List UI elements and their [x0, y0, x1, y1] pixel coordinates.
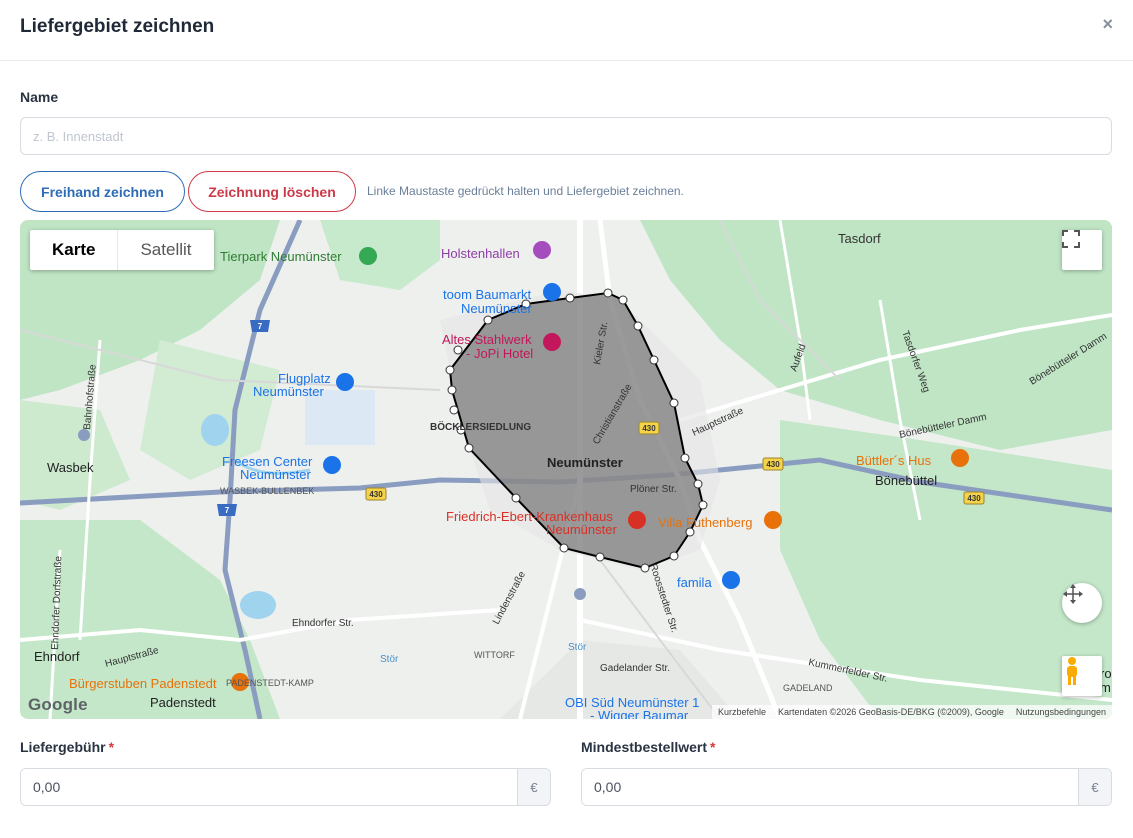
delivery-area-dialog: Liefergebiet zeichnen × Name Freihand ze…: [0, 0, 1133, 838]
route-430-shield-d: 430: [967, 494, 981, 503]
map-label-villa: Villa Futhenberg: [658, 515, 752, 530]
map-label-wittorf: WITTORF: [474, 650, 515, 660]
min-order-label: Mindestbestellwert *: [581, 739, 715, 755]
street-view-button[interactable]: [1062, 656, 1102, 696]
map-label-gadeland: GADELAND: [783, 683, 833, 693]
map-label-neumuenster: Neumünster: [547, 455, 623, 470]
delivery-fee-field: €: [20, 768, 551, 806]
required-mark: *: [108, 739, 115, 755]
euro-suffix: €: [517, 769, 550, 805]
map-label-holstenhallen: Holstenhallen: [441, 246, 520, 261]
map-label-obi-2: - Wigger Baumar: [590, 708, 689, 719]
map-label-toom-1: toom Baumarkt: [443, 287, 532, 302]
freehand-draw-button[interactable]: Freihand zeichnen: [20, 171, 185, 212]
map-label-wasbek: Wasbek: [47, 460, 94, 475]
route-430-shield-c: 430: [766, 460, 780, 469]
fullscreen-icon: [1062, 230, 1080, 248]
map-label-stoer-2: Stör: [380, 654, 399, 665]
map-label-stoer-1: Stör: [568, 642, 587, 653]
keyboard-shortcuts-link[interactable]: Kurzbefehle: [718, 707, 766, 717]
map-label-buergerstuben: Bürgerstuben Padenstedt: [69, 676, 217, 691]
terms-link[interactable]: Nutzungsbedingungen: [1016, 707, 1106, 717]
name-input[interactable]: [20, 117, 1112, 155]
dialog-header: Liefergebiet zeichnen ×: [0, 0, 1133, 61]
pegman-icon: [1067, 657, 1077, 685]
map-label-stahlwerk-2: - JoPi Hotel: [466, 346, 533, 361]
autobahn-7-shield-b: 7: [225, 506, 230, 515]
google-logo: Google: [28, 695, 88, 714]
move-arrows-icon: [1063, 584, 1083, 604]
map-label-padenstedt-kamp: PADENSTEDT-KAMP: [226, 678, 314, 688]
map-data-attribution: Kartendaten ©2026 GeoBasis-DE/BKG (©2009…: [778, 707, 1004, 717]
map-canvas[interactable]: 430 430 430 430 7 7 Tasdorf Tierpark Neu…: [20, 220, 1112, 719]
route-430-shield-b: 430: [642, 424, 656, 433]
map-type-satellite-button[interactable]: Satellit: [117, 230, 213, 270]
map-label-freesen-2: Neumünster: [240, 467, 311, 482]
map-label-famila: famila: [677, 575, 712, 590]
map-label-wasbek-bullenbek: WASBEK-BULLENBEK: [220, 486, 314, 496]
map-background: 430 430 430 430 7 7 Tasdorf Tierpark Neu…: [20, 220, 1112, 719]
route-430-shield-a: 430: [369, 490, 383, 499]
name-label: Name: [20, 89, 59, 105]
map-attribution: Kurzbefehle Kartendaten ©2026 GeoBasis-D…: [711, 705, 1112, 719]
drawing-hint: Linke Maustaste gedrückt halten und Lief…: [367, 184, 684, 198]
dialog-title: Liefergebiet zeichnen: [20, 16, 215, 37]
min-order-field: €: [581, 768, 1112, 806]
euro-suffix: €: [1078, 769, 1111, 805]
map-label-stahlwerk-1: Altes Stahlwerk: [442, 332, 532, 347]
required-mark: *: [710, 739, 716, 755]
map-label-toom-2: Neumünster: [461, 301, 532, 316]
delivery-fee-label-text: Liefergebühr: [20, 739, 106, 755]
delivery-fee-label: Liefergebühr *: [20, 739, 114, 755]
min-order-input[interactable]: [582, 769, 1078, 805]
map-label-padenstedt: Padenstedt: [150, 695, 216, 710]
autobahn-7-shield-a: 7: [258, 322, 263, 331]
close-icon[interactable]: ×: [1102, 14, 1113, 35]
map-type-control: Karte Satellit: [30, 230, 214, 270]
map-label-tasdorf: Tasdorf: [838, 231, 881, 246]
map-label-ehndorfer-str: Ehndorfer Str.: [292, 618, 354, 629]
map-label-gadelander-str: Gadelander Str.: [600, 663, 670, 674]
map-label-krankenhaus-2: Neumünster: [546, 522, 617, 537]
fullscreen-button[interactable]: [1062, 230, 1102, 270]
map-label-boecklersiedlung: BÖCKLERSIEDLUNG: [430, 420, 531, 433]
map-label-flugplatz-2: Neumünster: [253, 384, 324, 399]
camera-control-button[interactable]: [1062, 583, 1102, 623]
map-label-buettlers-hus: Büttler´s Hus: [856, 453, 932, 468]
clear-drawing-button[interactable]: Zeichnung löschen: [188, 171, 356, 212]
map-label-ploener-str: Plöner Str.: [630, 484, 677, 495]
map-type-map-button[interactable]: Karte: [30, 230, 117, 270]
map-label-tierpark: Tierpark Neumünster: [220, 249, 342, 264]
min-order-label-text: Mindestbestellwert: [581, 739, 708, 755]
map-label-ehndorf: Ehndorf: [34, 649, 80, 664]
map-label-boenebuettel: Bönebüttel: [875, 473, 937, 488]
delivery-fee-input[interactable]: [21, 769, 517, 805]
